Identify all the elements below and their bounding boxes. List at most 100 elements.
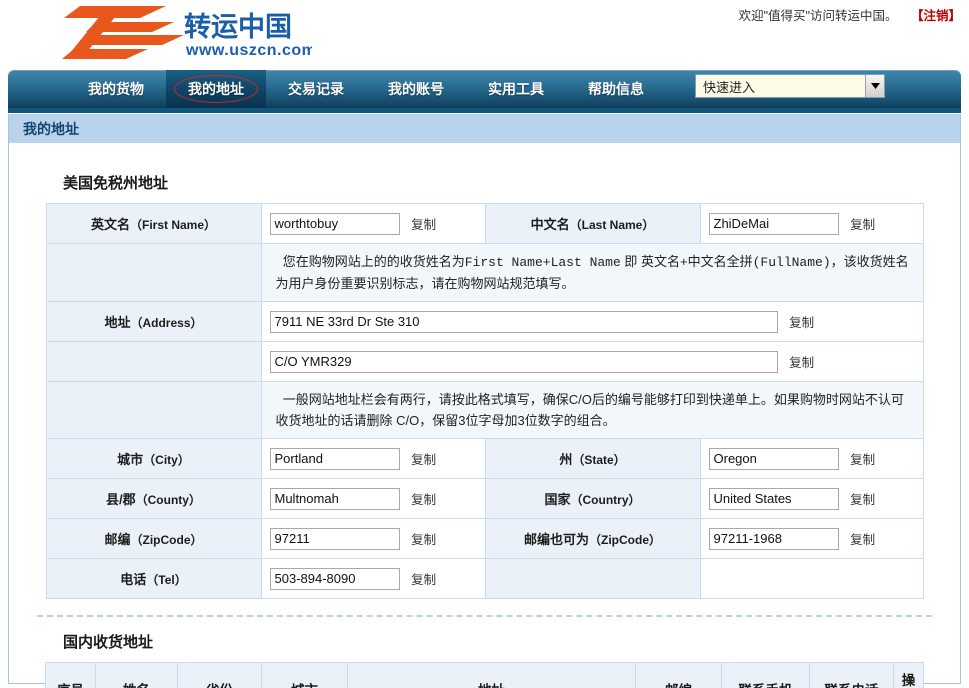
copy-country-button[interactable]: 复制 bbox=[850, 489, 875, 508]
table-row-county-country: 县/郡（County） Multnomah 复制 国家（Country） Uni… bbox=[45, 478, 924, 519]
copy-county-button[interactable]: 复制 bbox=[411, 489, 436, 508]
label-state: 州（State） bbox=[484, 438, 701, 479]
last-name-input[interactable]: ZhiDeMai bbox=[708, 212, 839, 235]
spacer-label-cell bbox=[484, 558, 701, 599]
label-en: （Tel） bbox=[146, 573, 187, 587]
cell-last-name-value: ZhiDeMai 复制 bbox=[699, 203, 924, 244]
label-en: （Country） bbox=[570, 493, 641, 507]
main-nav: 我的货物 我的地址 交易记录 我的账号 实用工具 帮助信息 快速进入 bbox=[8, 70, 961, 113]
copy-state-button[interactable]: 复制 bbox=[850, 449, 875, 468]
site-logo[interactable]: 转运中国 www.uszcn.com bbox=[62, 2, 316, 64]
page-title: 我的地址 bbox=[9, 114, 960, 144]
table-row-names: 英文名（First Name） worthtobuy 复制 中文名（Last N… bbox=[45, 203, 924, 244]
cell-address1-value: 7911 NE 33rd Dr Ste 310 复制 bbox=[260, 301, 924, 342]
label-cn: 邮编 bbox=[104, 532, 131, 547]
welcome-bar: 欢迎"值得买"访问转运中国。 【注销】 bbox=[739, 5, 961, 24]
spacer-cell bbox=[45, 381, 262, 439]
svg-text:转运中国: 转运中国 bbox=[184, 12, 292, 43]
cell-zipcode-alt-value: 97211-1968 复制 bbox=[699, 518, 924, 559]
cell-address2-value: C/O YMR329 复制 bbox=[260, 341, 924, 382]
label-cn: 中文名 bbox=[530, 217, 570, 232]
state-input[interactable]: Oregon bbox=[708, 447, 839, 470]
cell-state-value: Oregon 复制 bbox=[699, 438, 924, 479]
cell-country-value: United States 复制 bbox=[699, 478, 924, 519]
col-header-city: 城市 bbox=[261, 662, 348, 688]
nav-item-transactions[interactable]: 交易记录 bbox=[266, 70, 366, 108]
label-address: 地址（Address） bbox=[45, 301, 262, 342]
label-en: （Address） bbox=[130, 316, 203, 330]
label-en: （Last Name） bbox=[569, 218, 655, 232]
logout-link[interactable]: 【注销】 bbox=[911, 9, 961, 23]
svg-text:www.uszcn.com: www.uszcn.com bbox=[185, 42, 312, 59]
copy-tel-button[interactable]: 复制 bbox=[411, 569, 436, 588]
copy-zipcode-button[interactable]: 复制 bbox=[411, 529, 436, 548]
col-header-phone: 联系电话 bbox=[809, 662, 894, 688]
table-header-row: 序号 姓名 省份 城市 地址 邮编 联系手机 联系电话 操作 bbox=[45, 662, 924, 688]
col-header-actions: 操作 bbox=[893, 662, 924, 688]
copy-city-button[interactable]: 复制 bbox=[411, 449, 436, 468]
label-country: 国家（Country） bbox=[484, 478, 701, 519]
copy-address1-button[interactable]: 复制 bbox=[789, 312, 814, 331]
spacer-cell bbox=[45, 243, 262, 302]
label-cn: 州 bbox=[559, 452, 573, 467]
quick-jump-select[interactable]: 快速进入 bbox=[695, 74, 885, 98]
address-line2-input[interactable]: C/O YMR329 bbox=[269, 350, 778, 373]
note-part-1: 您在购物网站上的的收货姓名为 bbox=[282, 254, 465, 269]
label-zipcode: 邮编（ZipCode） bbox=[45, 518, 262, 559]
nav-item-my-account[interactable]: 我的账号 bbox=[366, 70, 466, 108]
col-header-address: 地址 bbox=[347, 662, 636, 688]
zipcode-input[interactable]: 97211 bbox=[269, 527, 400, 550]
zipcode-alt-input[interactable]: 97211-1968 bbox=[708, 527, 839, 550]
label-address2 bbox=[45, 341, 262, 382]
nav-item-help[interactable]: 帮助信息 bbox=[566, 70, 666, 108]
cell-tel-value: 503-894-8090 复制 bbox=[260, 558, 486, 599]
label-cn: 电话 bbox=[120, 572, 147, 587]
cell-first-name-value: worthtobuy 复制 bbox=[260, 203, 486, 244]
table-row-name-note: 您在购物网站上的的收货姓名为First Name+Last Name 即 英文名… bbox=[45, 243, 924, 302]
nav-label: 帮助信息 bbox=[588, 81, 644, 97]
welcome-text: 欢迎"值得买"访问转运中国。 bbox=[738, 9, 898, 23]
county-input[interactable]: Multnomah bbox=[269, 487, 400, 510]
copy-address2-button[interactable]: 复制 bbox=[789, 352, 814, 371]
label-cn: 邮编也可为 bbox=[523, 532, 589, 547]
domestic-address-table: 序号 姓名 省份 城市 地址 邮编 联系手机 联系电话 操作 bbox=[45, 662, 924, 688]
nav-item-tools[interactable]: 实用工具 bbox=[466, 70, 566, 108]
address-line1-input[interactable]: 7911 NE 33rd Dr Ste 310 bbox=[269, 310, 778, 333]
nav-label: 我的账号 bbox=[388, 81, 444, 97]
label-en: （ZipCode） bbox=[130, 533, 203, 547]
col-header-zipcode: 邮编 bbox=[635, 662, 722, 688]
tel-input[interactable]: 503-894-8090 bbox=[269, 567, 400, 590]
table-row-address1: 地址（Address） 7911 NE 33rd Dr Ste 310 复制 bbox=[45, 301, 924, 342]
city-input[interactable]: Portland bbox=[269, 447, 400, 470]
section-title-domestic-address: 国内收货地址 bbox=[63, 634, 154, 651]
label-en: （First Name） bbox=[129, 218, 217, 232]
label-cn: 地址 bbox=[104, 315, 131, 330]
nav-label: 我的地址 bbox=[188, 81, 244, 97]
label-cn: 县/郡 bbox=[106, 492, 136, 507]
note-mono-2: (FullName) bbox=[752, 255, 831, 270]
section-title-us-address: 美国免税州地址 bbox=[63, 175, 169, 192]
table-row-address-note: 一般网站地址栏会有两行，请按此格式填写，确保C/O后的编号能够打印到快递单上。如… bbox=[45, 381, 924, 439]
nav-item-my-goods[interactable]: 我的货物 bbox=[66, 70, 166, 108]
note-part-2: 即 英文名+中文名全拼 bbox=[620, 254, 753, 269]
copy-zipcode-alt-button[interactable]: 复制 bbox=[850, 529, 875, 548]
nav-item-my-address[interactable]: 我的地址 bbox=[166, 70, 266, 108]
cell-zipcode-value: 97211 复制 bbox=[260, 518, 486, 559]
col-header-name: 姓名 bbox=[95, 662, 178, 688]
cell-city-value: Portland 复制 bbox=[260, 438, 486, 479]
label-cn: 国家 bbox=[544, 492, 571, 507]
copy-first-name-button[interactable]: 复制 bbox=[411, 214, 436, 233]
first-name-input[interactable]: worthtobuy bbox=[269, 212, 400, 235]
label-city: 城市（City） bbox=[45, 438, 262, 479]
content-frame: 我的地址 美国免税州地址 英文名（First Name） worthtobuy … bbox=[8, 114, 961, 688]
country-input[interactable]: United States bbox=[708, 487, 839, 510]
chevron-down-icon[interactable] bbox=[865, 75, 884, 97]
nav-label: 实用工具 bbox=[488, 81, 544, 97]
copy-last-name-button[interactable]: 复制 bbox=[850, 214, 875, 233]
quick-jump-value: 快速进入 bbox=[703, 79, 756, 95]
label-en: （ZipCode） bbox=[589, 533, 661, 547]
note-address: 一般网站地址栏会有两行，请按此格式填写，确保C/O后的编号能够打印到快递单上。如… bbox=[260, 381, 924, 439]
label-zipcode-alt: 邮编也可为（ZipCode） bbox=[484, 518, 701, 559]
cell-county-value: Multnomah 复制 bbox=[260, 478, 486, 519]
label-cn: 城市 bbox=[117, 452, 144, 467]
